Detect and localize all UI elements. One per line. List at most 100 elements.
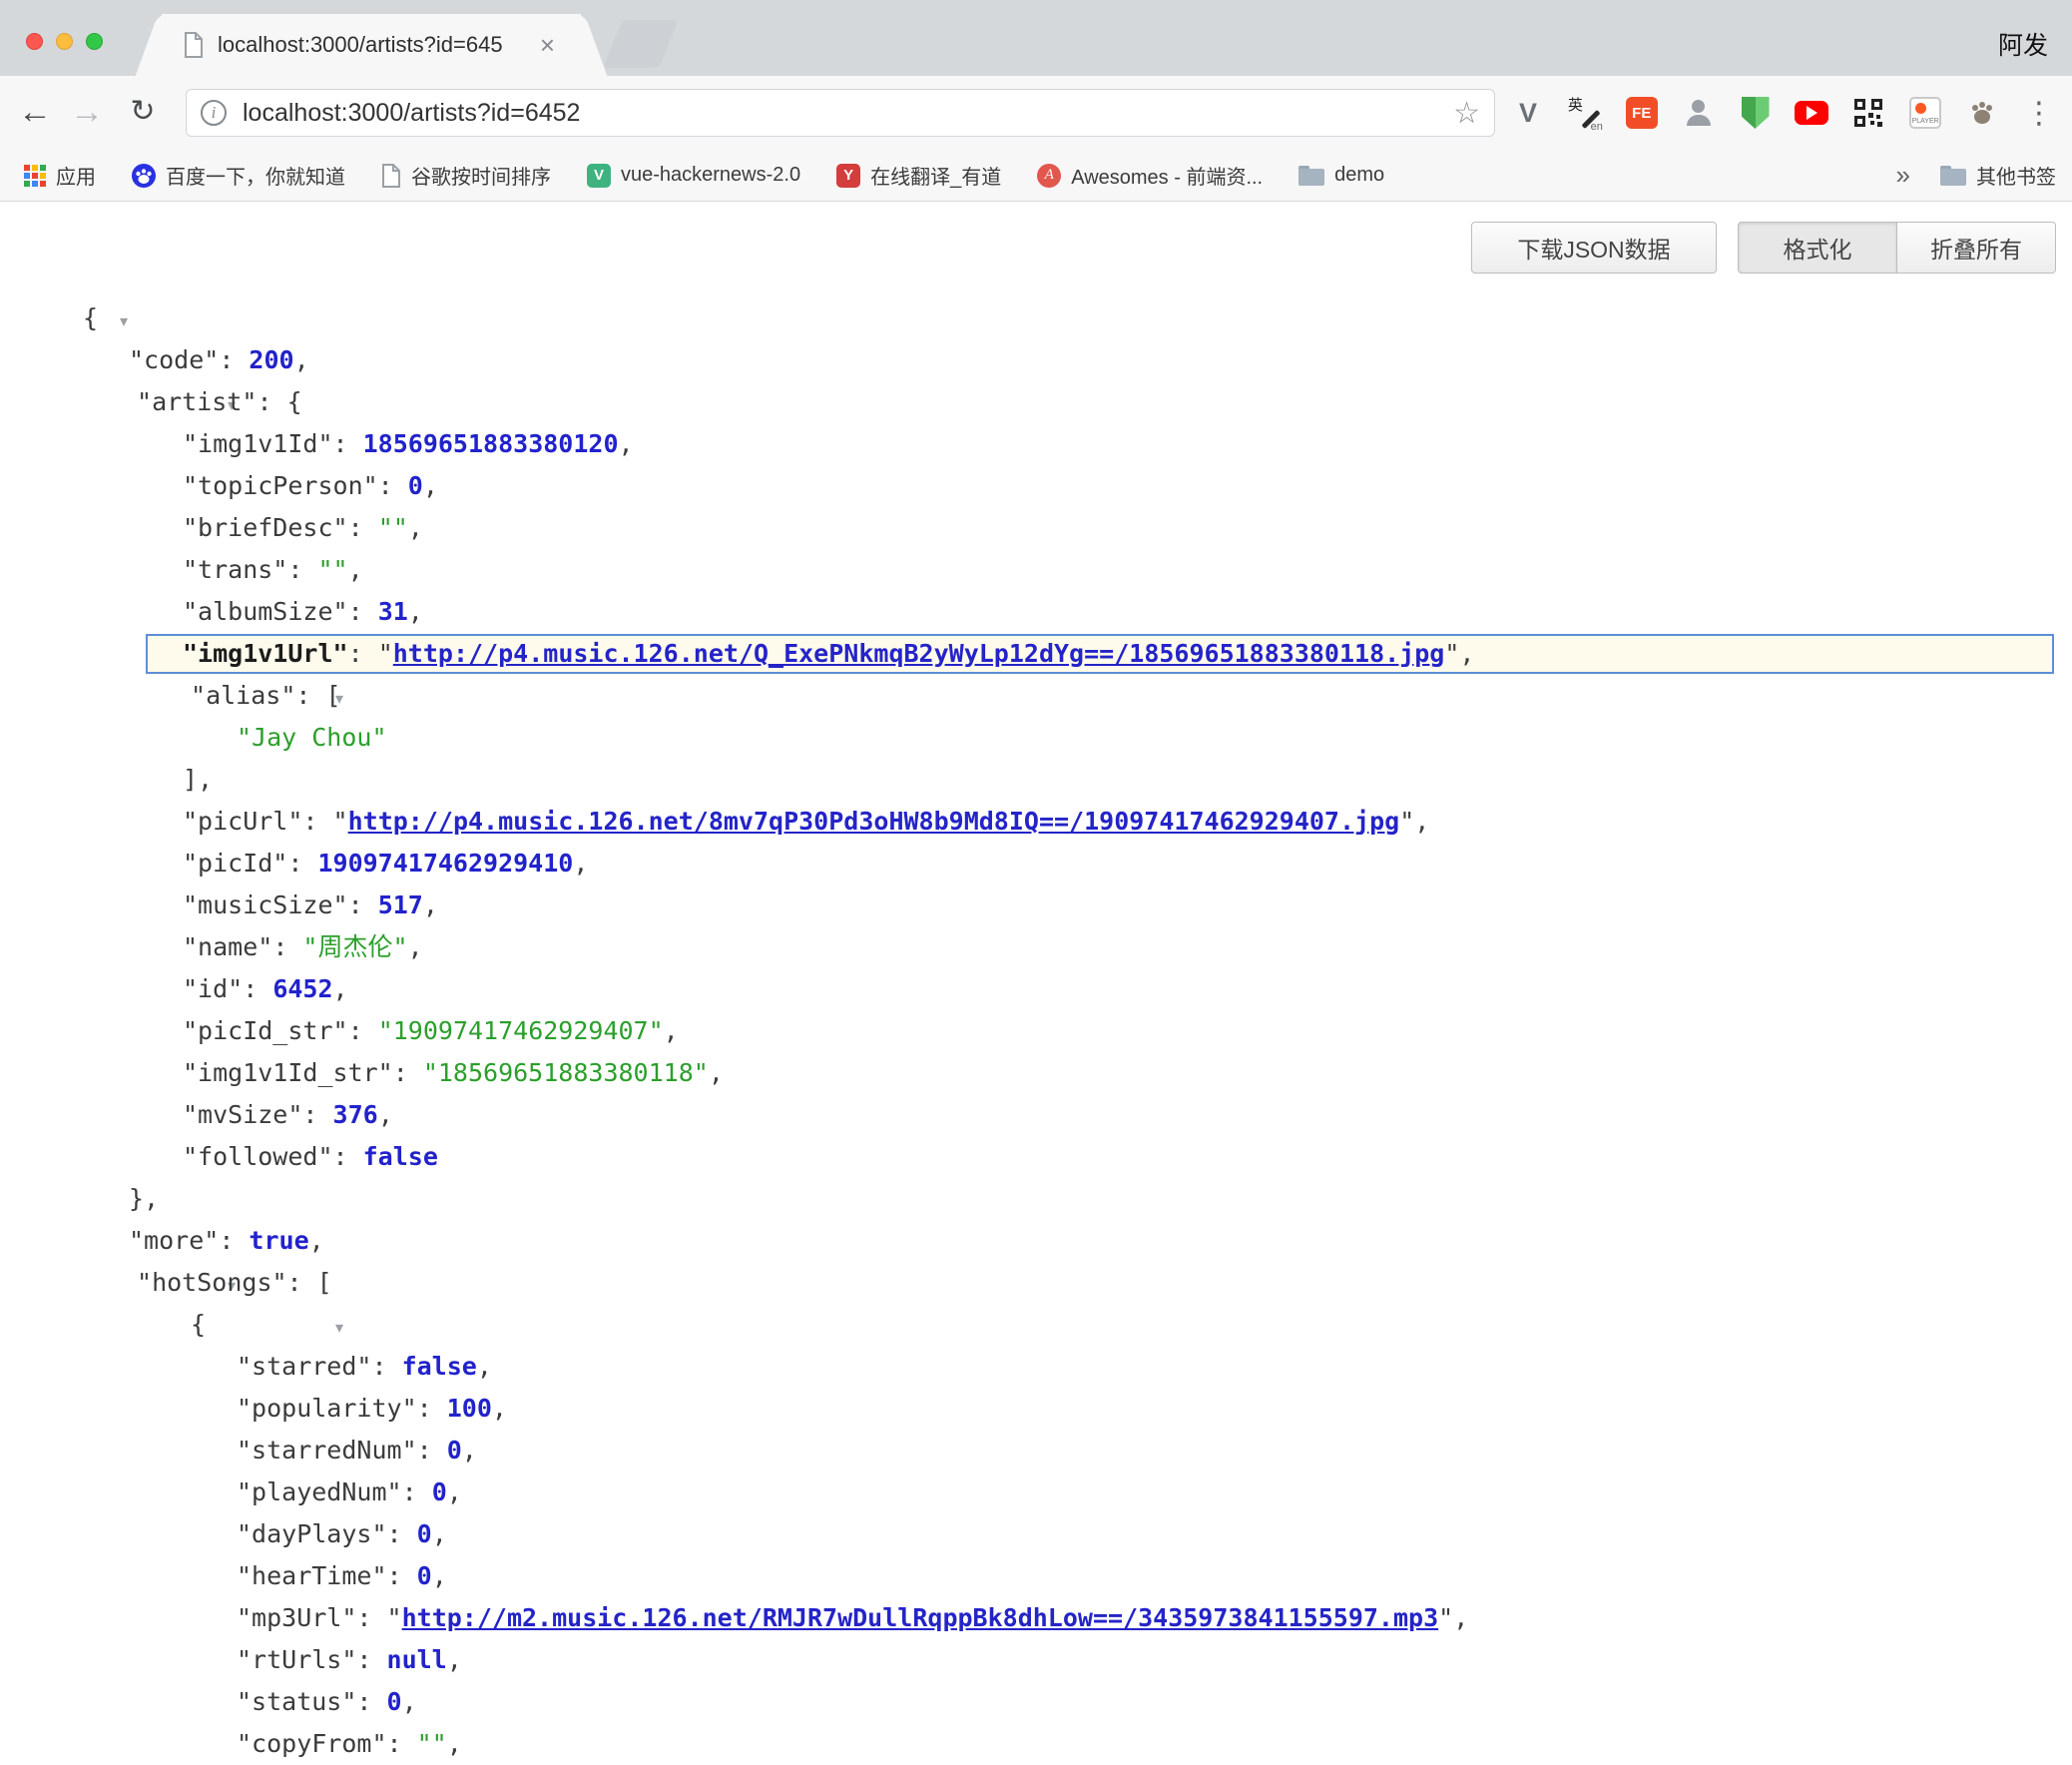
json-token-p: , [408,932,423,961]
minimize-window-button[interactable] [56,33,73,50]
json-url-link[interactable]: http://m2.music.126.net/RMJR7wDullRqppBk… [402,1603,1439,1632]
fe-extension-icon[interactable]: FE [1623,92,1661,134]
translate-extension-icon[interactable]: 英 en [1566,92,1604,134]
json-line: "code": 200, [0,339,2072,381]
tab-close-button[interactable]: × [540,32,555,58]
back-button[interactable]: ← [12,76,58,150]
json-token-k: "popularity" [237,1394,417,1423]
json-token-k: "topicPerson" [183,471,378,500]
forward-button[interactable]: → [64,76,110,150]
youtube-extension-icon[interactable] [1793,92,1830,134]
bookmark-item-awesomes[interactable]: A Awesomes - 前端资... [1037,161,1263,190]
bookmarks-overflow-chevron[interactable]: » [1896,160,1910,191]
json-token-p: , [408,513,423,542]
json-token-p: : [348,890,378,919]
json-url-link[interactable]: http://p4.music.126.net/8mv7qP30Pd3oHW8b… [348,807,1400,836]
translate-zh-glyph: 英 [1568,94,1583,115]
qr-code-extension-icon[interactable] [1849,92,1887,134]
json-token-p: : [371,1352,401,1381]
other-bookmarks-folder[interactable]: 其他书签 [1940,161,2056,190]
json-token-p: , [492,1394,507,1423]
json-token-k: "picId_str" [183,1016,348,1045]
json-token-p: : [378,471,408,500]
browser-menu-icon[interactable]: ⋮ [2020,92,2058,134]
json-token-n: 0 [408,471,423,500]
awesomes-icon: A [1037,164,1061,188]
bookmark-item-google-sort[interactable]: 谷歌按时间排序 [381,161,551,190]
json-token-p: , [477,1352,492,1381]
json-token-p: { [191,1310,206,1339]
bookmark-item-vue-hackernews[interactable]: V vue-hackernews-2.0 [587,164,800,188]
paw-extension-icon[interactable] [1963,92,2001,134]
json-token-n: 0 [417,1561,432,1590]
bookmark-item-youdao-translate[interactable]: Y 在线翻译_有道 [836,161,1001,190]
json-line: "img1v1Id": 18569651883380120, [0,423,2072,465]
format-button[interactable]: 格式化 [1738,222,1897,274]
json-token-s: "周杰伦" [302,932,407,961]
json-line: "mp3Url": "http://m2.music.126.net/RMJR7… [0,1597,2072,1639]
bookmark-item-baidu[interactable]: 百度一下，你就知道 [132,161,345,190]
collapse-all-button[interactable]: 折叠所有 [1896,222,2056,274]
collapse-toggle-icon[interactable]: ▾ [335,1318,343,1337]
json-token-k: "mp3Url" [237,1603,356,1632]
json-token-p: : [302,1100,332,1129]
json-line: "more": true, [0,1220,2072,1262]
player-caption: PLAYER [1911,118,1939,125]
folder-icon [1940,166,1966,186]
json-token-p: , [333,974,348,1003]
json-line: "briefDesc": "", [0,507,2072,549]
json-token-p: , [423,890,438,919]
zoom-window-button[interactable] [86,33,103,50]
close-window-button[interactable] [26,33,43,50]
play-icon [1795,101,1828,125]
json-token-p: , [1414,807,1429,836]
json-token-k: "followed" [183,1142,333,1171]
json-token-k: "mvSize" [183,1100,302,1129]
json-token-p: , [348,555,363,584]
json-token-p: , [423,471,438,500]
json-line: ▾"alias": [ [0,675,2072,717]
vimium-extension-icon[interactable]: V [1509,92,1547,134]
json-line: "trans": "", [0,549,2072,591]
active-tab[interactable]: localhost:3000/artists?id=645 × [162,14,581,76]
json-token-p: : [302,807,332,836]
translate-en-glyph: en [1591,121,1603,133]
page-info-icon[interactable]: i [201,100,227,126]
json-token-k: "hotSongs" [137,1268,287,1297]
json-url-link[interactable]: http://p4.music.126.net/Q_ExePNkmqB2yWyL… [393,639,1445,668]
reload-button[interactable]: ↻ [120,76,166,150]
json-token-n: 31 [378,597,408,626]
json-token-p: : [287,849,317,878]
json-token-p: : [393,1058,423,1087]
json-token-p: , [447,1729,462,1758]
json-line: "starred": false, [0,1346,2072,1388]
new-tab-button[interactable] [603,20,678,68]
json-line: "starredNum": 0, [0,1430,2072,1471]
json-token-p: : [356,1645,386,1674]
collapse-toggle-icon[interactable]: ▾ [120,311,128,330]
bookmark-item-apps[interactable]: 应用 [24,161,96,190]
json-token-k: "id" [183,974,243,1003]
download-json-button[interactable]: 下载JSON数据 [1471,222,1717,274]
bookmark-label: 在线翻译_有道 [870,161,1001,190]
json-line: ], [0,759,2072,801]
json-token-s: "19097417462929407" [378,1016,664,1045]
json-line: "playedNum": 0, [0,1471,2072,1513]
json-line: "dayPlays": 0, [0,1513,2072,1555]
adblock-shield-extension-icon[interactable] [1737,92,1775,134]
json-line: "Jay Chou" [0,717,2072,759]
music-player-extension-icon[interactable]: PLAYER [1906,92,1944,134]
address-bar[interactable]: i localhost:3000/artists?id=6452 ☆ [186,89,1495,137]
url-text[interactable]: localhost:3000/artists?id=6452 [243,99,1453,128]
bookmark-star-icon[interactable]: ☆ [1453,96,1480,131]
profile-name-label[interactable]: 阿发 [1998,26,2048,62]
bookmark-item-demo[interactable]: demo [1298,164,1384,187]
page-favicon-icon [184,32,204,58]
json-token-p: }, [129,1184,159,1213]
json-token-p: : [333,429,363,458]
folder-icon [1298,166,1324,186]
json-token-p: : [356,1603,386,1632]
profile-person-icon[interactable] [1680,92,1718,134]
json-token-n: 376 [333,1100,378,1129]
json-token-p: : [348,513,378,542]
